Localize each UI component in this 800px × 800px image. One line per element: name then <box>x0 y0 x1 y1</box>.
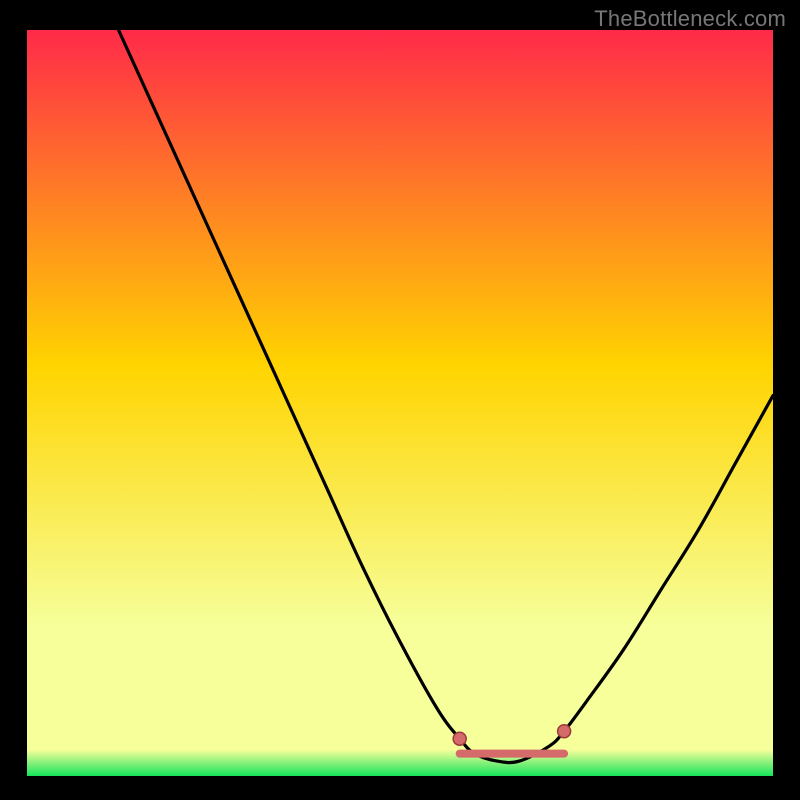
plot-area <box>27 30 773 776</box>
watermark-text: TheBottleneck.com <box>594 6 786 32</box>
bottleneck-chart <box>27 30 773 776</box>
gradient-background <box>27 30 773 776</box>
curve-marker <box>453 732 466 745</box>
curve-marker <box>558 725 571 738</box>
chart-root: TheBottleneck.com <box>0 0 800 800</box>
